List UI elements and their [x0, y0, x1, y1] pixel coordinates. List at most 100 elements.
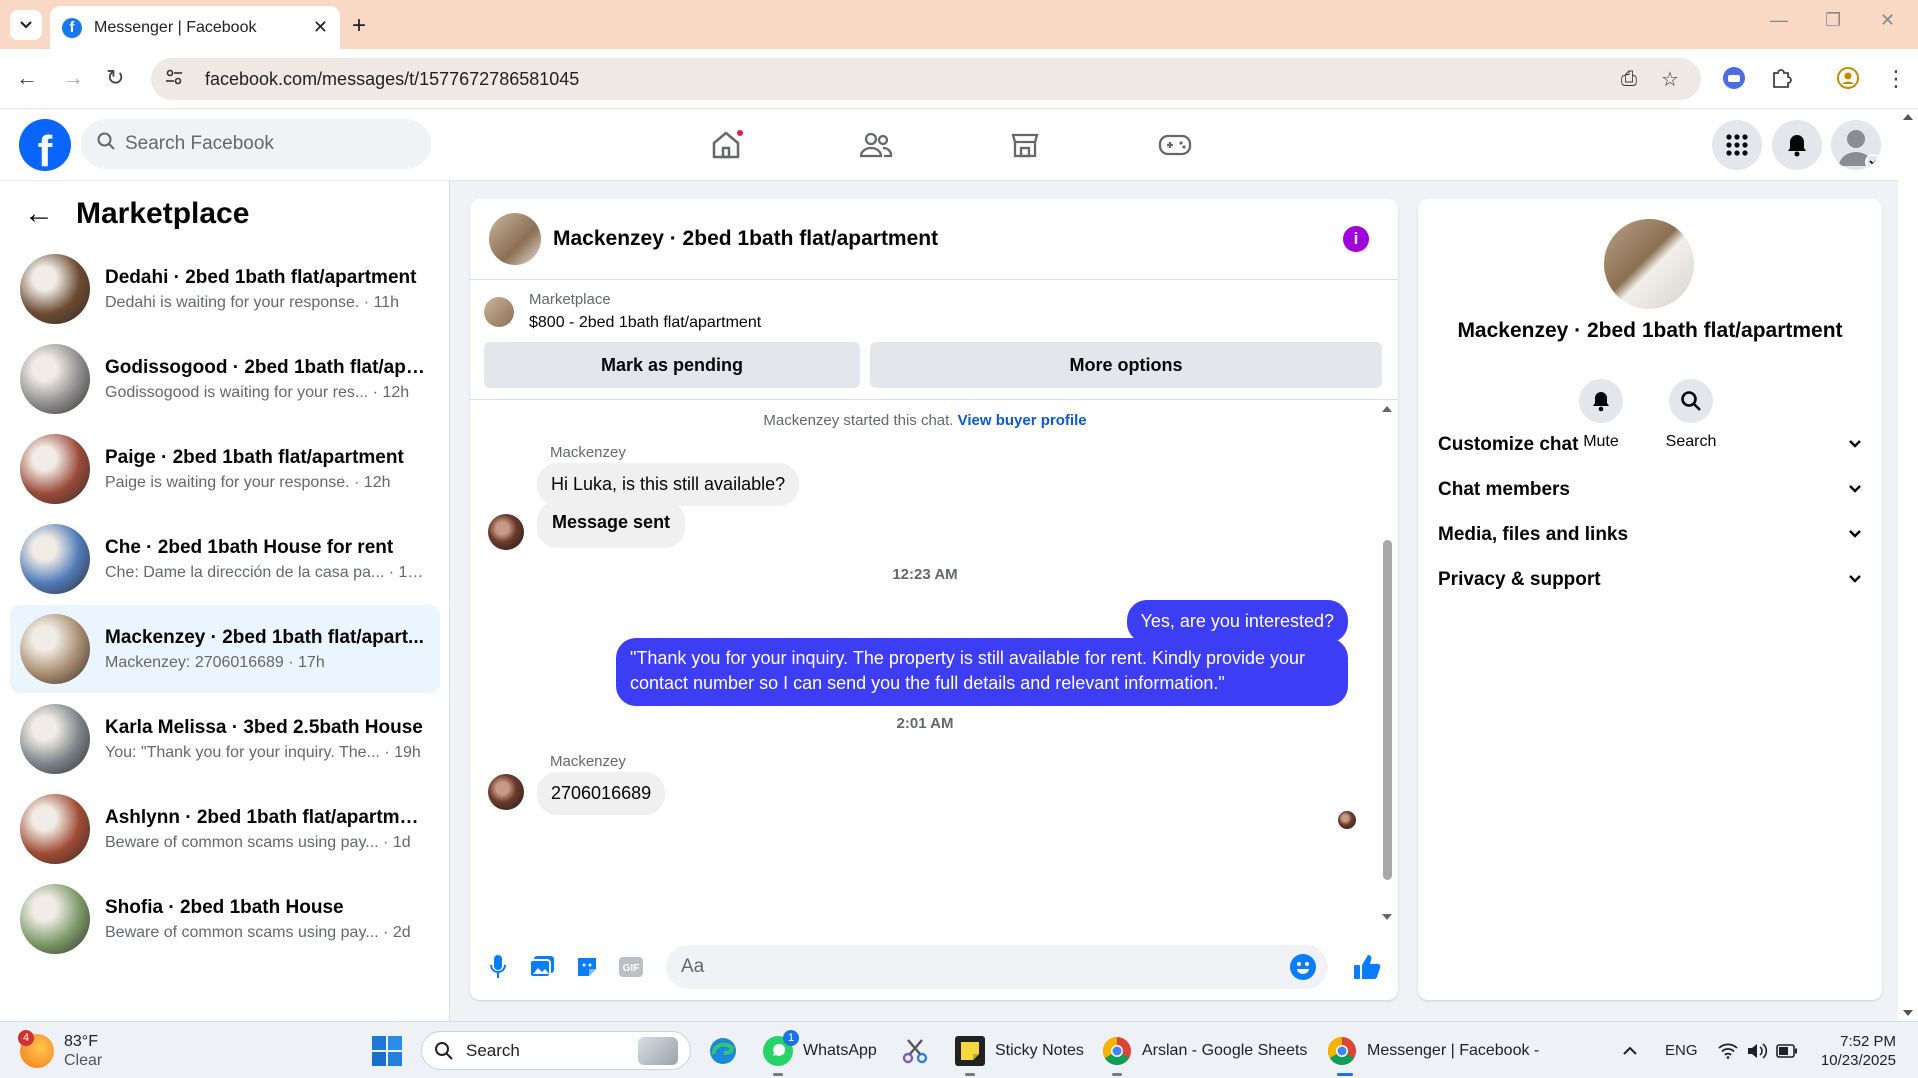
whatsapp-badge: 1 — [783, 1029, 799, 1046]
back-button[interactable]: ← — [16, 65, 38, 91]
conversation-item[interactable]: Paige · 2bed 1bath flat/apartment Paige i… — [10, 425, 440, 513]
gif-icon[interactable]: GIF — [617, 953, 645, 981]
scroll-up-icon[interactable] — [1380, 404, 1394, 414]
conversation-preview: You: "Thank you for your inquiry. The...… — [105, 743, 421, 761]
conversation-item[interactable]: Shofia · 2bed 1bath House Beware of commo… — [10, 875, 440, 963]
thumbs-up-icon[interactable] — [1353, 953, 1381, 981]
incoming-message[interactable]: Hi Luka, is this still available? — [537, 463, 800, 506]
snipping-tool-app[interactable] — [900, 1022, 930, 1078]
details-section-row[interactable]: Customize chat — [1438, 423, 1862, 467]
incoming-message[interactable]: Message sent — [537, 501, 686, 548]
whatsapp-app[interactable]: 1 WhatsApp — [763, 1022, 877, 1078]
close-tab-icon[interactable]: ✕ — [313, 17, 328, 38]
restore-button[interactable]: ❐ — [1825, 10, 1841, 31]
battery-icon[interactable] — [1776, 1022, 1798, 1078]
conversation-thumbnail — [20, 254, 90, 324]
scroll-thumb[interactable] — [1383, 540, 1392, 880]
conversation-item[interactable]: Godissogood · 2bed 1bath flat/apa... Godi… — [10, 335, 440, 423]
profile-icon[interactable] — [1836, 66, 1860, 96]
minimize-button[interactable]: — — [1770, 10, 1788, 31]
conversation-item[interactable]: Mackenzey · 2bed 1bath flat/apart... Mack… — [10, 605, 440, 693]
marketplace-nav-button[interactable] — [1005, 125, 1045, 165]
account-avatar[interactable] — [1831, 120, 1881, 170]
conversation-item[interactable]: Dedahi · 2bed 1bath flat/apartment Dedahi… — [10, 245, 440, 333]
sender-avatar[interactable] — [488, 514, 524, 550]
search-icon — [435, 1041, 453, 1060]
new-tab-button[interactable]: + — [352, 12, 366, 40]
facebook-logo-icon[interactable]: f — [19, 119, 71, 171]
message-scrollbar[interactable] — [1380, 400, 1394, 926]
menu-button[interactable] — [1712, 120, 1762, 170]
clock[interactable]: 7:52 PM 10/23/2025 — [1818, 1022, 1896, 1078]
notifications-button[interactable] — [1772, 120, 1822, 170]
show-hidden-icons-button[interactable] — [1622, 1022, 1638, 1078]
outgoing-message[interactable]: "Thank you for your inquiry. The propert… — [616, 638, 1348, 706]
page-scrollbar[interactable] — [1898, 109, 1918, 1021]
home-nav-button[interactable] — [706, 125, 746, 165]
listing-summary[interactable]: Marketplace $800 - 2bed 1bath flat/apart… — [484, 291, 761, 332]
windows-taskbar: 4 83°F Clear Search 1 WhatsApp Sticky No… — [0, 1021, 1918, 1078]
weather-sun-icon: 4 — [18, 1029, 54, 1068]
bell-icon — [1788, 135, 1806, 157]
forward-button[interactable]: → — [62, 65, 84, 91]
edge-app[interactable] — [708, 1022, 738, 1078]
chrome-messenger-app[interactable]: Messenger | Facebook - — [1327, 1022, 1539, 1078]
sticker-icon[interactable] — [573, 953, 601, 981]
bookmark-star-icon[interactable]: ☆ — [1661, 58, 1679, 100]
conversation-item[interactable]: Ashlynn · 2bed 1bath flat/apartment Bewar… — [10, 785, 440, 873]
chrome-sheets-app[interactable]: Arslan - Google Sheets — [1102, 1022, 1307, 1078]
browser-menu-icon[interactable]: ⋮ — [1885, 66, 1907, 92]
more-options-button[interactable]: More options — [870, 342, 1382, 388]
tab-title: Messenger | Facebook — [94, 18, 257, 36]
message-input[interactable]: Aa — [666, 945, 1328, 989]
microphone-icon[interactable] — [484, 953, 512, 981]
install-app-icon[interactable]: ⎙ — [1621, 58, 1637, 100]
extension-icon[interactable] — [1722, 66, 1746, 96]
mark-as-pending-button[interactable]: Mark as pending — [484, 342, 860, 388]
incoming-message[interactable]: 2706016689 — [537, 772, 666, 815]
details-section-row[interactable]: Chat members — [1438, 468, 1862, 512]
tab-search-button[interactable] — [10, 10, 42, 40]
info-icon[interactable]: i — [1343, 226, 1369, 252]
photo-icon[interactable] — [528, 953, 556, 981]
timestamp: 12:23 AM — [892, 566, 958, 583]
conversation-item[interactable]: Karla Melissa · 3bed 2.5bath House You: "… — [10, 695, 440, 783]
language-indicator[interactable]: ENG — [1665, 1022, 1698, 1078]
details-avatar[interactable] — [1604, 219, 1694, 309]
sender-avatar[interactable] — [488, 774, 524, 810]
facebook-search-input[interactable]: Search Facebook — [81, 119, 431, 169]
chat-title[interactable]: Mackenzey · 2bed 1bath flat/apartment — [553, 227, 938, 251]
back-arrow-icon[interactable]: ← — [24, 197, 54, 231]
scroll-down-icon[interactable] — [1898, 1007, 1918, 1019]
chat-avatar[interactable] — [489, 213, 541, 265]
conversation-thumbnail — [20, 704, 90, 774]
taskbar-search[interactable]: Search — [421, 1031, 691, 1070]
sticky-notes-app[interactable]: Sticky Notes — [955, 1022, 1084, 1078]
wifi-icon[interactable] — [1718, 1022, 1738, 1078]
outgoing-message[interactable]: Yes, are you interested? — [1126, 600, 1348, 643]
gaming-nav-button[interactable] — [1155, 125, 1195, 165]
conversation-item[interactable]: Che · 2bed 1bath House for rent Che: Dame… — [10, 515, 440, 603]
extensions-puzzle-icon[interactable] — [1770, 66, 1792, 94]
emoji-icon[interactable] — [1290, 954, 1316, 980]
conversation-name: Dedahi · 2bed 1bath flat/apartment — [105, 266, 417, 288]
reload-button[interactable]: ↻ — [106, 65, 124, 91]
chevron-down-icon — [1848, 436, 1862, 454]
scroll-down-icon[interactable] — [1380, 912, 1394, 922]
conversation-preview: Beware of common scams using pay... · 2d — [105, 923, 411, 941]
weather-widget[interactable]: 4 83°F Clear — [18, 1022, 102, 1078]
site-info-icon[interactable] — [165, 68, 187, 91]
chat-header: Mackenzey · 2bed 1bath flat/apartment i — [470, 199, 1398, 280]
start-button[interactable] — [372, 1022, 402, 1078]
address-bar[interactable]: facebook.com/messages/t/1577672786581045… — [151, 58, 1701, 100]
browser-tab-messenger[interactable]: f Messenger | Facebook ✕ — [50, 6, 340, 49]
scroll-up-icon[interactable] — [1898, 111, 1918, 123]
details-section-row[interactable]: Privacy & support — [1438, 558, 1862, 602]
friends-nav-button[interactable] — [856, 125, 896, 165]
facebook-favicon-icon: f — [62, 17, 82, 38]
view-buyer-profile-link[interactable]: View buyer profile — [958, 412, 1087, 429]
details-section-row[interactable]: Media, files and links — [1438, 513, 1862, 557]
conversation-thumbnail — [20, 794, 90, 864]
close-window-button[interactable]: ✕ — [1880, 10, 1895, 31]
volume-icon[interactable] — [1746, 1022, 1768, 1078]
